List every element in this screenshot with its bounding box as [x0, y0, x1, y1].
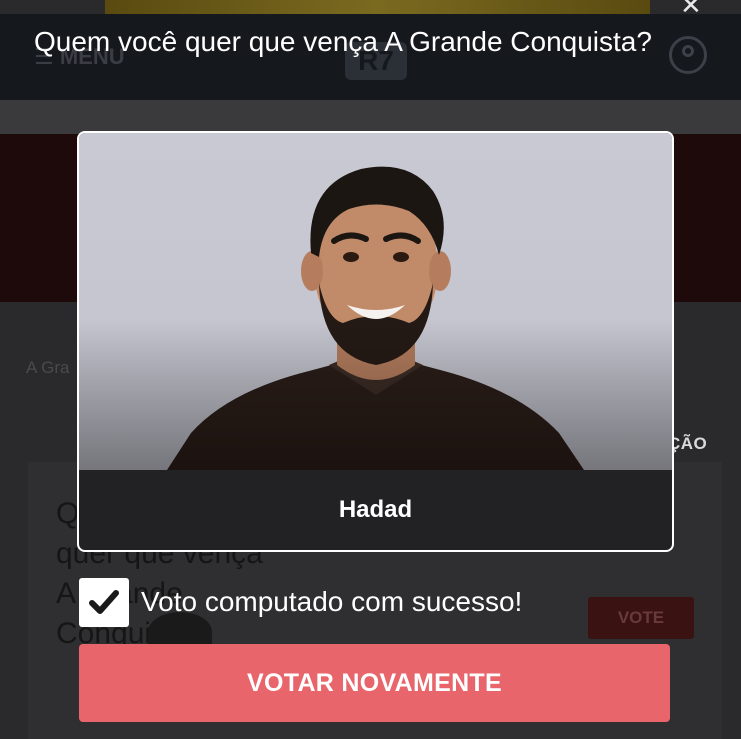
- background-vote-button: VOTE: [588, 597, 694, 639]
- candidate-portrait: [79, 133, 672, 470]
- checkmark-icon: [79, 578, 129, 627]
- sub-navigation: [0, 100, 741, 134]
- vote-again-button[interactable]: VOTAR NOVAMENTE: [79, 644, 670, 722]
- breadcrumb: A Gra: [26, 358, 70, 377]
- poll-question: Quem você quer que vença A Grande Conqui…: [34, 26, 652, 57]
- confirmation-text: Voto computado com sucesso!: [141, 586, 523, 617]
- candidate-name: Hadad: [338, 496, 413, 523]
- candidate-photo: [79, 133, 672, 470]
- close-icon[interactable]: ✕: [680, 0, 702, 18]
- ad-banner: [105, 0, 650, 14]
- user-icon: [669, 36, 707, 74]
- candidate-card: Hadad: [77, 131, 674, 552]
